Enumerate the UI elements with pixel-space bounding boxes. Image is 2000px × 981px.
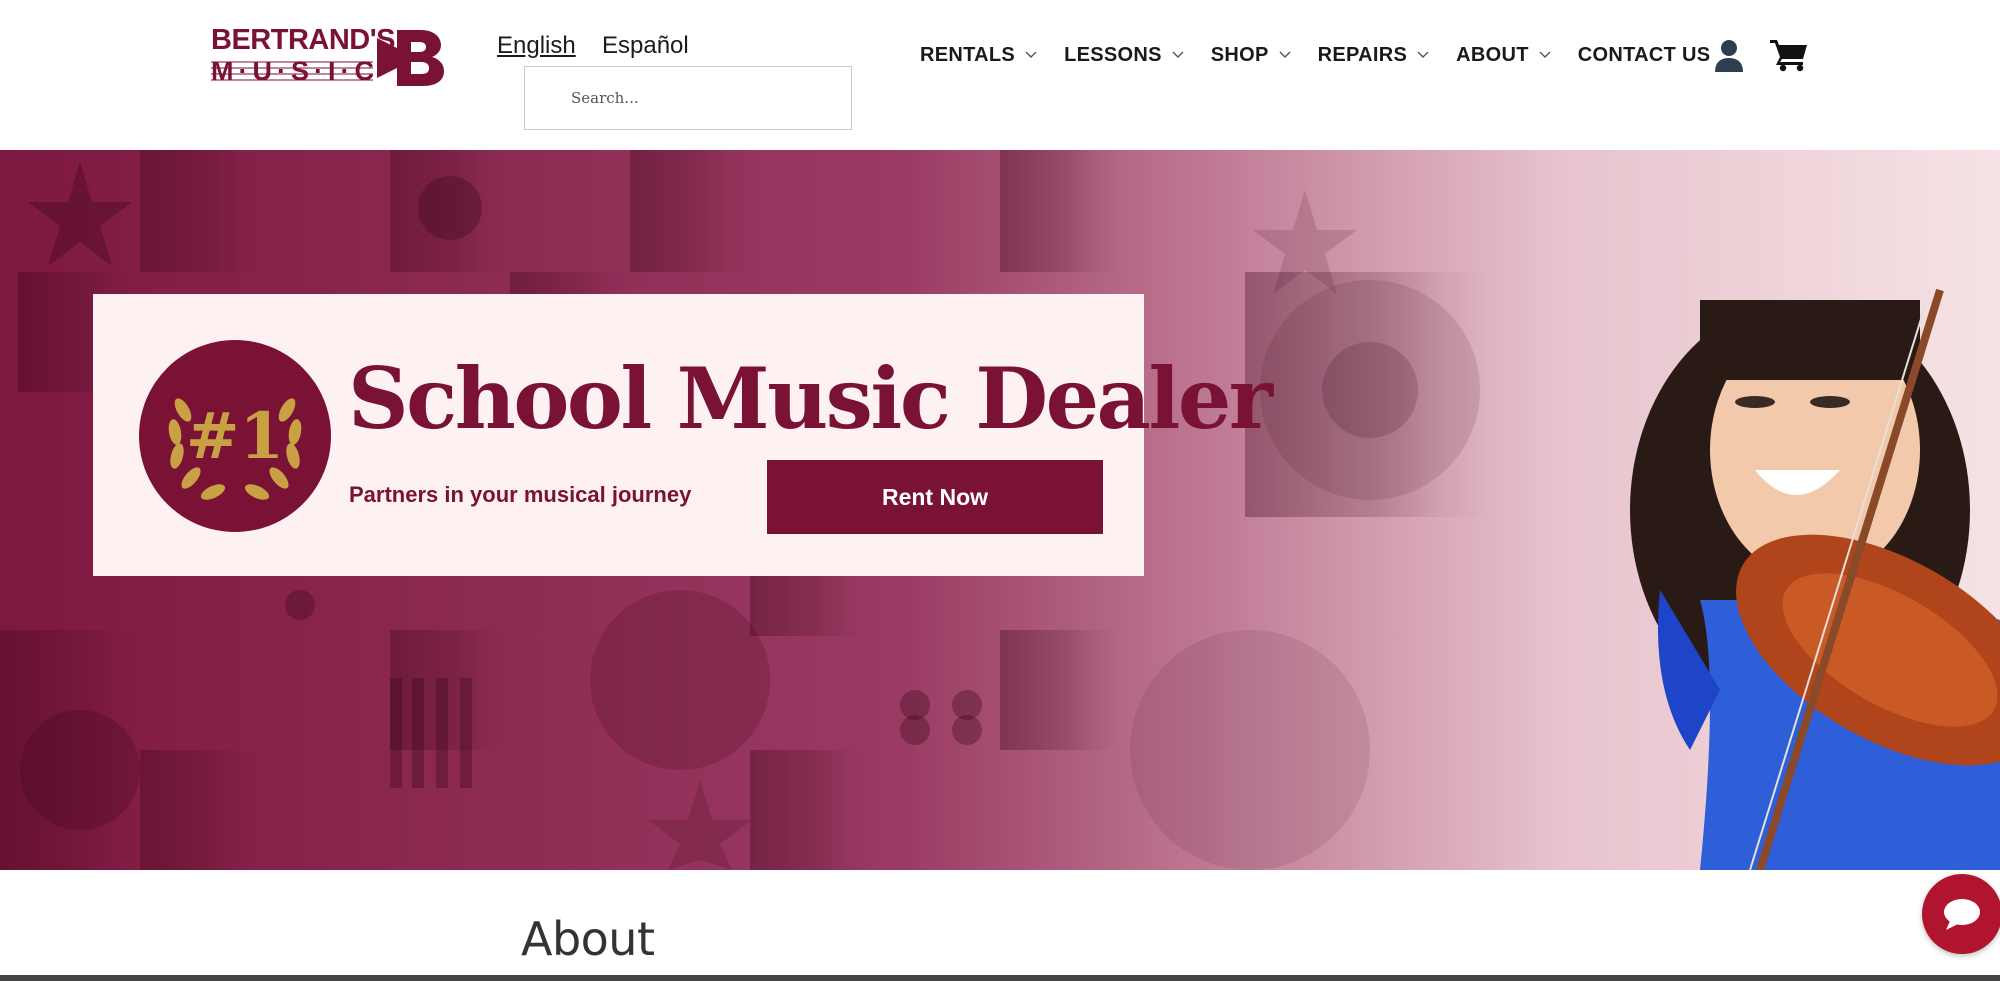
nav-shop[interactable]: SHOP (1211, 44, 1292, 67)
chevron-down-icon (1279, 51, 1291, 58)
nav-about-label: ABOUT (1456, 43, 1529, 66)
nav-lessons-label: LESSONS (1064, 43, 1162, 66)
chevron-down-icon (1025, 51, 1037, 58)
logo-wordmark-bottom: M·U·S·I·C (211, 56, 379, 86)
user-icon[interactable] (1713, 38, 1745, 72)
nav-about[interactable]: ABOUT (1456, 44, 1552, 67)
site-header: BERTRAND'S M·U·S·I·C English Español REN… (0, 0, 2000, 150)
search-container (524, 66, 852, 130)
page-bottom-bar (0, 975, 2000, 981)
hero-subtitle: Partners in your musical journey (349, 482, 692, 507)
chat-bubble-icon (1944, 899, 1980, 930)
search-input[interactable] (525, 67, 851, 129)
hero-promo-card: #1 School Music Dealer Partners in your … (93, 294, 1273, 576)
logo-wordmark-top: BERTRAND'S (211, 24, 395, 56)
language-english-link[interactable]: English (497, 32, 576, 60)
section-heading-about: About (521, 912, 655, 966)
chevron-down-icon (1539, 51, 1551, 58)
nav-rentals[interactable]: RENTALS (920, 44, 1038, 67)
chat-button[interactable] (1922, 874, 2000, 954)
number-one-laurel-badge: #1 (139, 340, 331, 532)
nav-repairs[interactable]: REPAIRS (1318, 44, 1431, 67)
main-nav: RENTALS LESSONS SHOP REPAIRS ABOUT CONTA… (920, 40, 1734, 70)
nav-shop-label: SHOP (1210, 43, 1269, 66)
nav-repairs-label: REPAIRS (1317, 43, 1408, 66)
language-spanish-link[interactable]: Español (602, 32, 689, 60)
rent-now-button[interactable]: Rent Now (767, 460, 1103, 534)
hero-banner: #1 School Music Dealer Partners in your … (0, 150, 2000, 870)
nav-lessons[interactable]: LESSONS (1064, 44, 1185, 67)
badge-number-text: #1 (186, 399, 284, 474)
logo-b-horn-icon (377, 30, 444, 86)
brand-logo[interactable]: BERTRAND'S M·U·S·I·C (211, 24, 445, 88)
nav-contact-us-label: CONTACT US (1577, 43, 1711, 66)
page: BERTRAND'S M·U·S·I·C English Español REN… (0, 0, 2000, 981)
nav-contact-us[interactable]: CONTACT US (1578, 44, 1711, 67)
hero-title: School Music Dealer (348, 349, 1273, 448)
chevron-down-icon (1172, 51, 1184, 58)
chevron-down-icon (1417, 51, 1429, 58)
cart-icon[interactable] (1770, 38, 1808, 72)
nav-rentals-label: RENTALS (920, 43, 1016, 66)
